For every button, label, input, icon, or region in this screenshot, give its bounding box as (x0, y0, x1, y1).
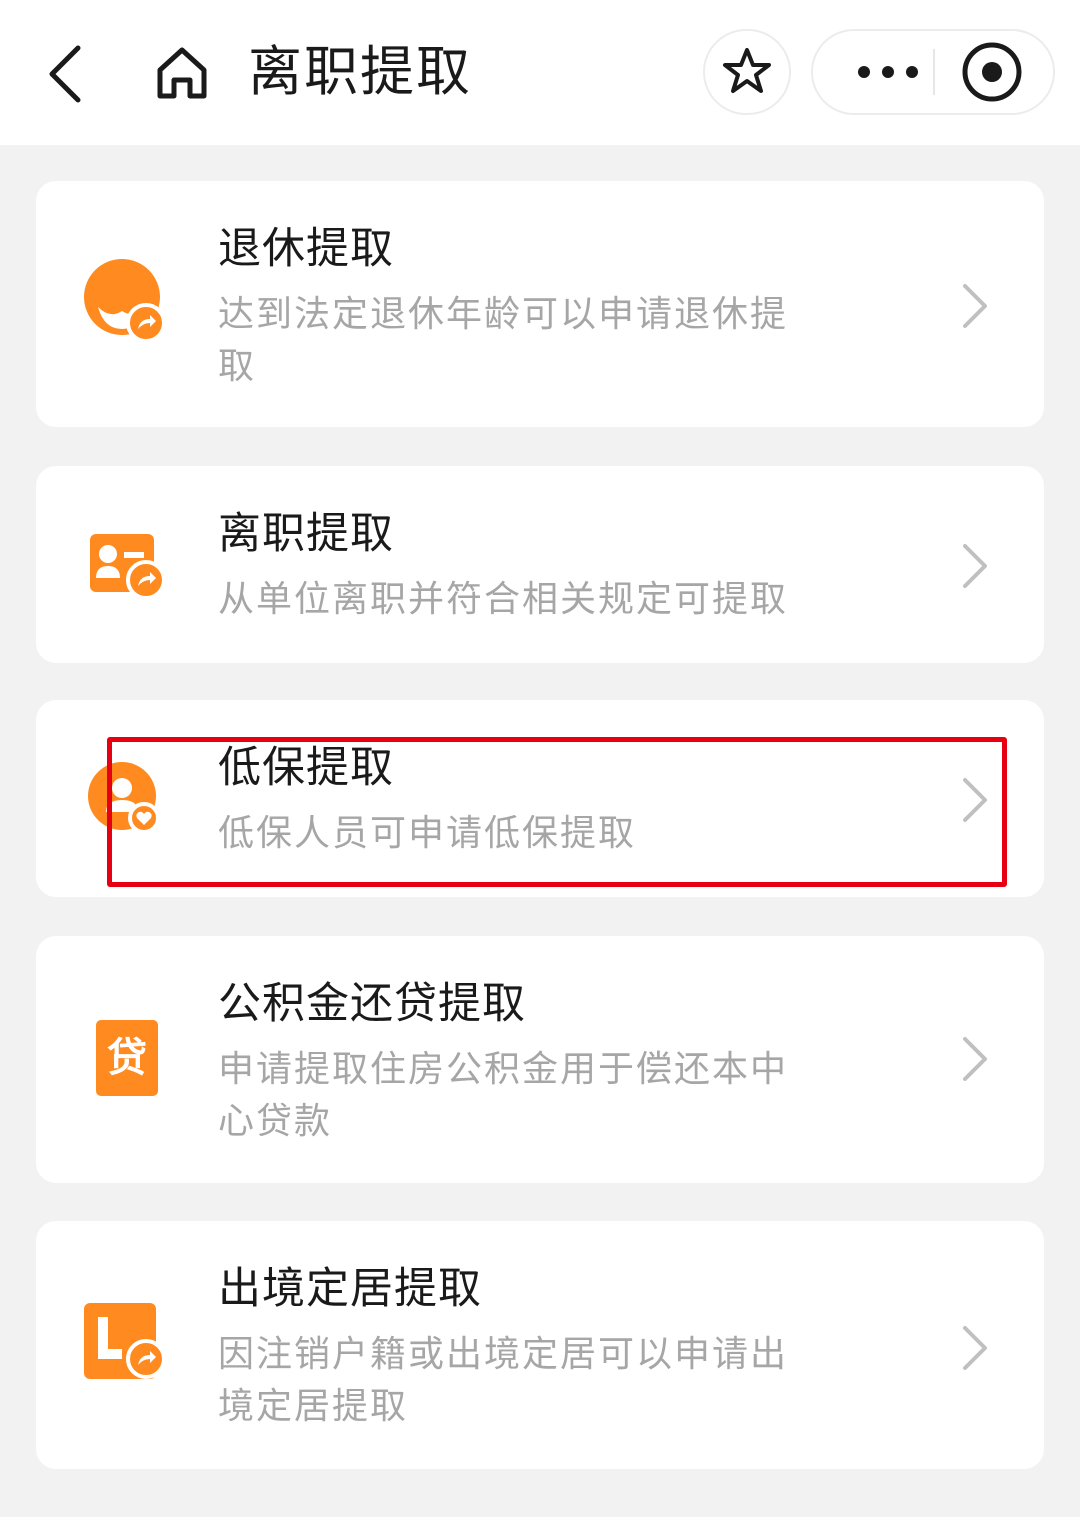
capsule-divider (933, 49, 935, 95)
home-icon (157, 47, 207, 99)
loan-icon-text: 贷 (96, 1020, 158, 1096)
low-income-icon (84, 762, 174, 852)
list-item-resignation[interactable]: 离职提取 从单位离职并符合相关规定可提取 (36, 466, 1044, 663)
more-button[interactable] (833, 31, 943, 113)
capsule-menu (811, 29, 1055, 115)
resignation-icon (84, 524, 174, 614)
back-button[interactable] (40, 40, 100, 104)
back-arrow-icon (49, 45, 81, 103)
chevron-right-icon (963, 778, 987, 822)
chevron-right-icon (963, 1037, 987, 1081)
item-description: 达到法定退休年龄可以申请退休提取 (218, 294, 789, 387)
item-description: 因注销户籍或出境定居可以申请出境定居提取 (218, 1334, 789, 1427)
emigration-icon (84, 1303, 174, 1393)
list-item-loan-repayment[interactable]: 贷 公积金还贷提取 申请提取住房公积金用于偿还本中心贷款 (36, 936, 1044, 1183)
target-circle-icon (962, 42, 1022, 102)
more-dots-icon (858, 66, 918, 78)
loan-icon: 贷 (96, 1020, 158, 1098)
star-icon (723, 48, 771, 93)
item-description: 从单位离职并符合相关规定可提取 (218, 579, 789, 620)
list-item-low-income[interactable]: 低保提取 低保人员可申请低保提取 (36, 700, 1044, 897)
chevron-right-icon (963, 1326, 987, 1370)
item-title: 出境定居提取 (218, 1264, 482, 1314)
list-item-emigration[interactable]: 出境定居提取 因注销户籍或出境定居可以申请出境定居提取 (36, 1221, 1044, 1469)
favorite-button[interactable] (703, 29, 791, 115)
item-title: 离职提取 (218, 509, 394, 559)
item-title: 低保提取 (218, 743, 394, 793)
item-title: 公积金还贷提取 (218, 979, 526, 1029)
chevron-right-icon (963, 284, 987, 328)
home-button[interactable] (150, 40, 214, 104)
close-miniprogram-button[interactable] (959, 39, 1025, 105)
navigation-bar: 离职提取 (0, 0, 1080, 145)
chevron-right-icon (963, 544, 987, 588)
item-description: 申请提取住房公积金用于偿还本中心贷款 (218, 1049, 789, 1142)
list-item-retirement[interactable]: 退休提取 达到法定退休年龄可以申请退休提取 (36, 181, 1044, 427)
retirement-icon (84, 259, 174, 349)
item-description: 低保人员可申请低保提取 (218, 813, 637, 854)
item-title: 退休提取 (218, 224, 394, 274)
page-title: 离职提取 (248, 40, 472, 103)
